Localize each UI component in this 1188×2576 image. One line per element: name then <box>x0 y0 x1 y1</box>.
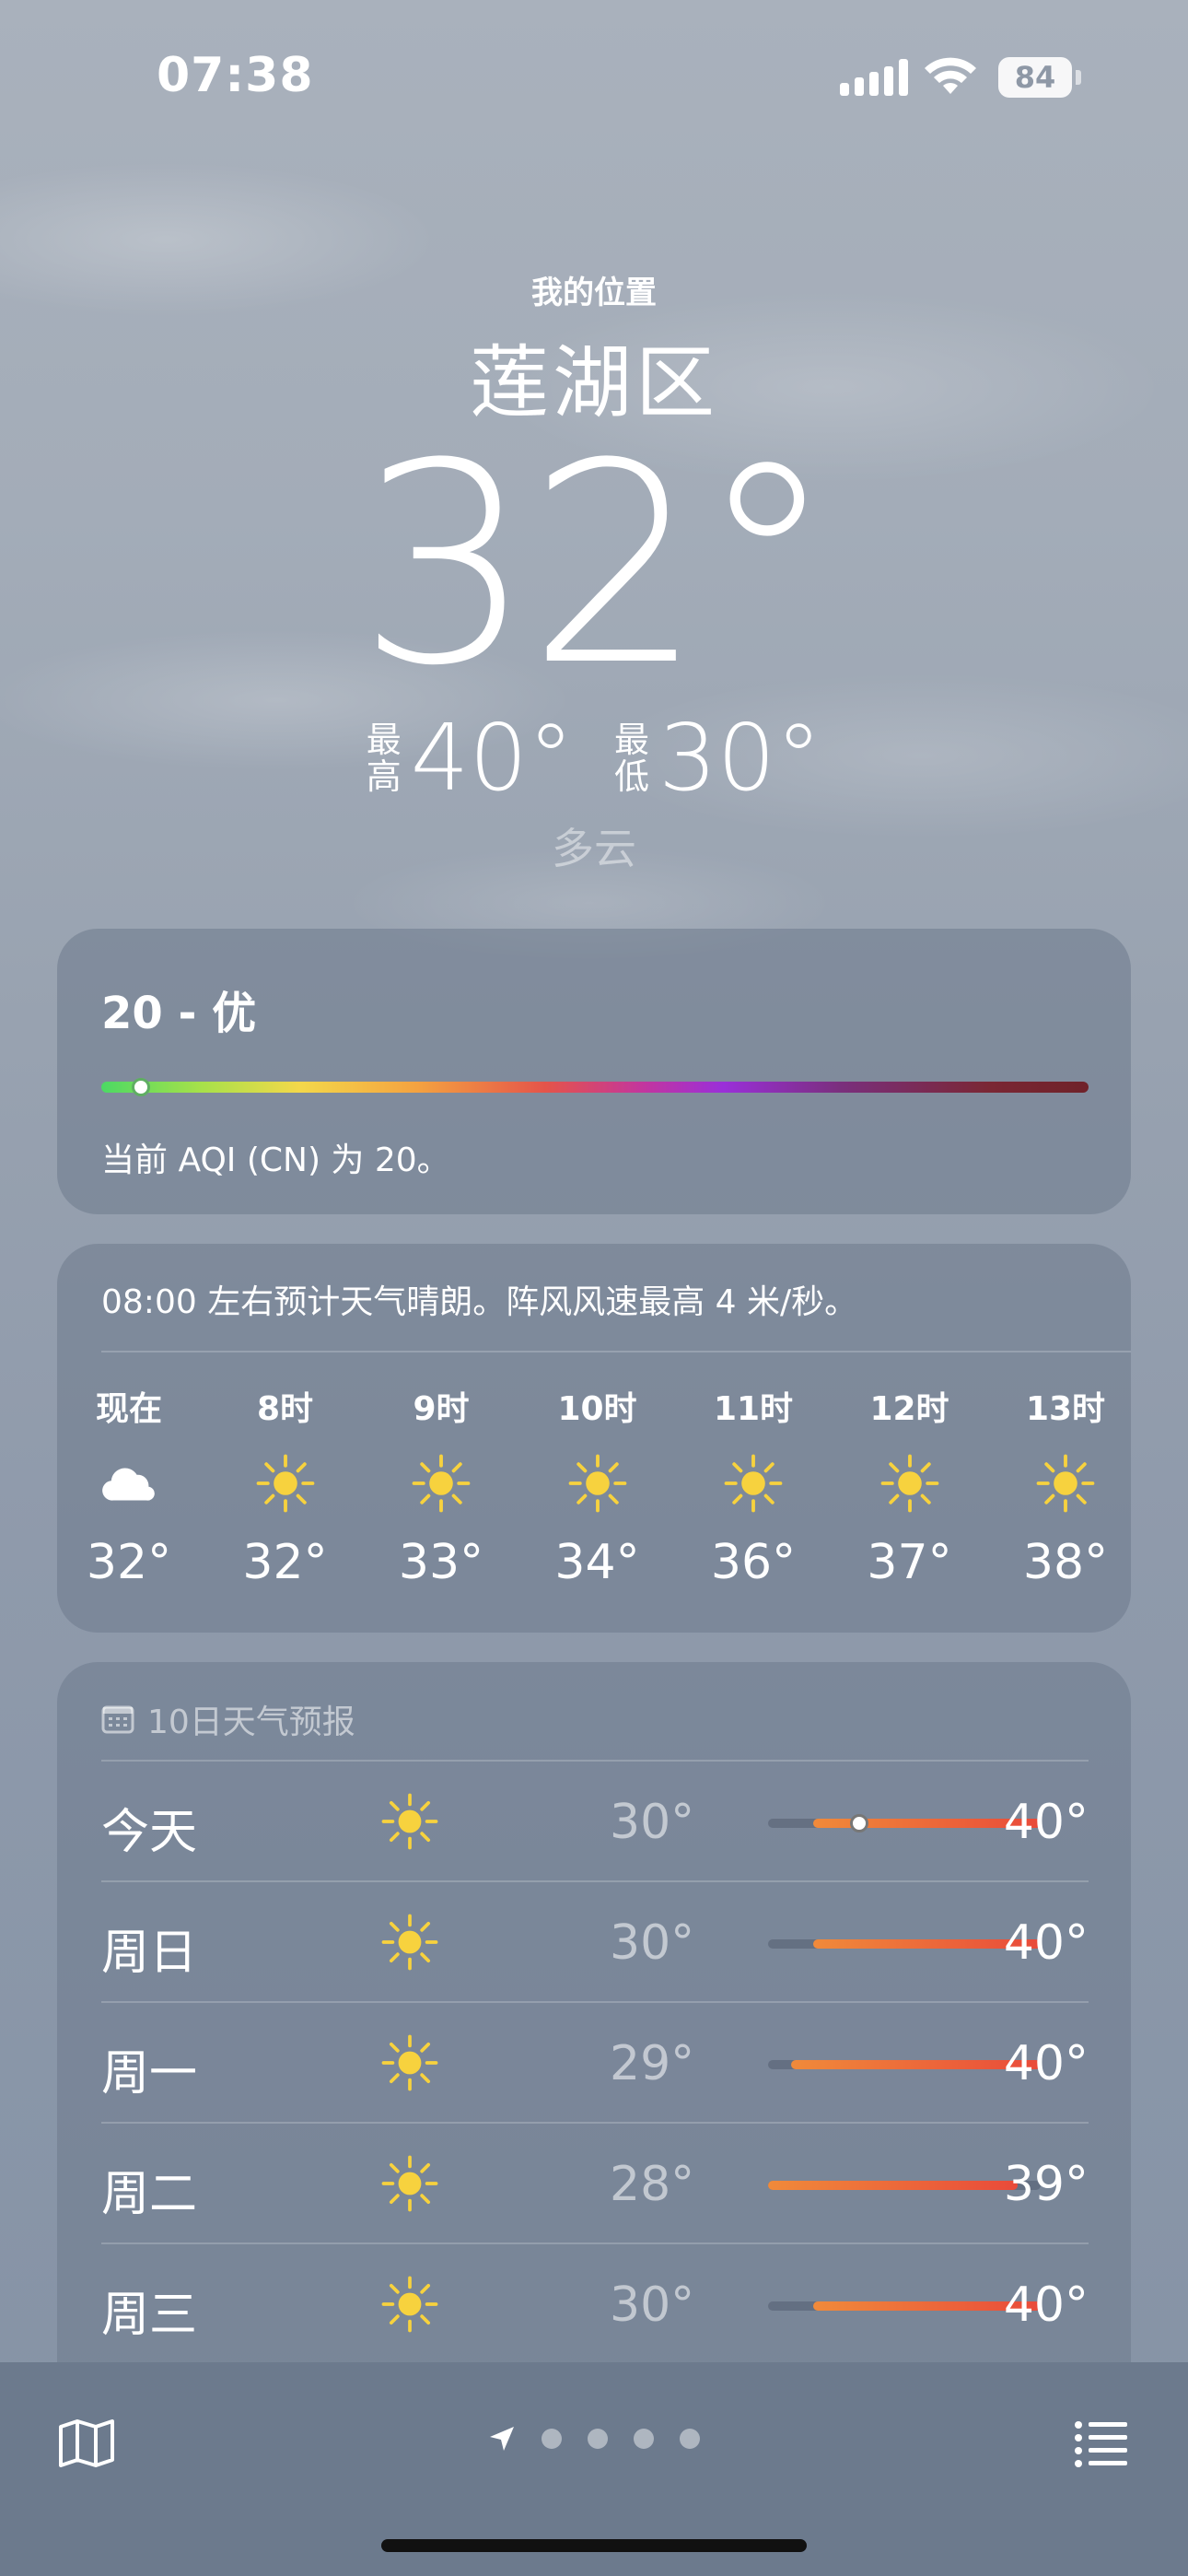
wifi-icon <box>925 57 976 94</box>
hourly-item: 12时 37° <box>855 1382 965 1590</box>
low-temp-group: 最 低 30° <box>614 704 821 812</box>
low-temp: 30° <box>610 1915 695 1971</box>
sun-icon <box>378 2151 442 2216</box>
aqi-scale-bar <box>101 1082 1089 1093</box>
hour-label: 现在 <box>95 1390 162 1428</box>
divider <box>101 1351 1131 1352</box>
daily-row[interactable]: 周三 30° 40° <box>101 2242 1089 2362</box>
high-temperature: 40° <box>410 704 574 812</box>
current-temp-marker <box>849 1814 868 1832</box>
ten-day-title: 10日天气预报 <box>147 1704 355 1741</box>
page-dot[interactable] <box>542 2429 562 2449</box>
hour-label: 13时 <box>1025 1390 1106 1428</box>
hour-temperature: 34° <box>554 1535 640 1590</box>
weather-header: 我的位置 莲湖区 32° 最 高 40° 最 低 30° 多云 <box>0 267 1188 876</box>
hour-label: 11时 <box>713 1390 794 1428</box>
status-time: 07:38 <box>157 48 314 103</box>
ten-day-header: 10日天气预报 <box>101 1695 355 1743</box>
page-indicator[interactable] <box>488 2425 700 2453</box>
hourly-summary: 08:00 左右预计天气晴朗。阵风风速最高 4 米/秒。 <box>101 1283 858 1321</box>
high-temp: 40° <box>1003 2036 1089 2091</box>
status-bar: 07:38 84 <box>0 0 1188 157</box>
hourly-item: 9时 33° <box>386 1382 496 1590</box>
list-icon[interactable] <box>1074 2418 1129 2469</box>
day-label: 周日 <box>101 1926 198 1981</box>
sun-icon <box>855 1450 965 1516</box>
hour-label: 8时 <box>256 1390 314 1428</box>
temp-range-bar <box>768 1939 1041 1949</box>
condition-text: 多云 <box>552 824 636 873</box>
hour-label: 10时 <box>557 1390 637 1428</box>
temp-range-bar <box>768 2181 1041 2190</box>
low-label: 最 低 <box>614 719 650 797</box>
high-temp-group: 最 高 40° <box>367 704 574 812</box>
location-arrow-icon <box>490 2427 514 2451</box>
high-label: 最 高 <box>366 719 402 797</box>
hour-temperature: 37° <box>867 1535 952 1590</box>
hourly-item: 8时 32° <box>230 1382 341 1590</box>
high-temp: 40° <box>1003 1795 1089 1850</box>
aqi-description: 当前 AQI (CN) 为 20。 <box>101 1142 450 1179</box>
hour-temperature: 32° <box>242 1535 328 1590</box>
hourly-item: 10时 34° <box>542 1382 653 1590</box>
sun-icon <box>1010 1450 1121 1516</box>
battery-icon: 84 <box>998 57 1081 98</box>
location-label: 我的位置 <box>531 275 657 311</box>
calendar-icon <box>101 1705 134 1734</box>
page-dot[interactable] <box>680 2429 700 2449</box>
day-label: 今天 <box>101 1805 198 1860</box>
low-temperature: 30° <box>658 704 822 812</box>
hour-temperature: 32° <box>86 1535 172 1590</box>
temp-range-bar <box>768 1814 1041 1832</box>
hourly-item: 13时 38° <box>1010 1382 1121 1590</box>
hourly-item: 现在 32° <box>74 1382 184 1590</box>
day-label: 周二 <box>101 2167 198 2222</box>
map-icon[interactable] <box>57 2418 116 2469</box>
aqi-title: 20 - 优 <box>101 988 257 1039</box>
temp-range-bar <box>768 2301 1041 2311</box>
daily-row[interactable]: 周一 29° 40° <box>101 2001 1089 2121</box>
page-dot[interactable] <box>588 2429 608 2449</box>
daily-row[interactable]: 今天 30° 40° <box>101 1760 1089 1879</box>
day-label: 周一 <box>101 2046 198 2102</box>
daily-row[interactable]: 周二 28° 39° <box>101 2122 1089 2242</box>
high-temp: 40° <box>1003 2277 1089 2333</box>
high-temp: 39° <box>1003 2157 1089 2212</box>
cellular-icon <box>840 59 908 96</box>
home-indicator[interactable] <box>381 2539 807 2552</box>
hourly-forecast-card[interactable]: 08:00 左右预计天气晴朗。阵风风速最高 4 米/秒。 现在 32° 8时 32° 9… <box>57 1244 1131 1633</box>
sun-icon <box>378 1910 442 1974</box>
sun-icon <box>542 1450 653 1516</box>
hour-temperature: 38° <box>1022 1535 1109 1590</box>
sun-icon <box>386 1450 496 1516</box>
hour-temperature: 33° <box>398 1535 484 1590</box>
sun-icon <box>698 1450 809 1516</box>
low-temp: 28° <box>610 2157 695 2212</box>
sun-icon <box>378 1789 442 1854</box>
aqi-indicator <box>131 1078 150 1096</box>
sun-icon <box>230 1450 341 1516</box>
high-temp: 40° <box>1003 1915 1089 1971</box>
hourly-scroll[interactable]: 现在 32° 8时 32° 9时 33° 10时 34° 11时 36° 12时 37° 13时 38° <box>87 1382 1131 1603</box>
page-dot[interactable] <box>634 2429 654 2449</box>
hour-label: 9时 <box>413 1390 470 1428</box>
air-quality-card[interactable]: 20 - 优 当前 AQI (CN) 为 20。 <box>57 929 1131 1214</box>
temp-range-fill <box>768 2181 1019 2190</box>
sun-icon <box>378 2272 442 2336</box>
low-temp: 30° <box>610 2277 695 2333</box>
low-temp: 30° <box>610 1795 695 1850</box>
temp-range-bar <box>768 2060 1041 2069</box>
day-label: 周三 <box>101 2288 198 2343</box>
current-temperature: 32° <box>357 404 836 726</box>
sun-icon <box>378 2031 442 2095</box>
hourly-item: 11时 36° <box>698 1382 809 1590</box>
hour-temperature: 36° <box>710 1535 797 1590</box>
hour-label: 12时 <box>869 1390 949 1428</box>
battery-level: 84 <box>1014 60 1056 95</box>
daily-row[interactable]: 周日 30° 40° <box>101 1880 1089 2000</box>
low-temp: 29° <box>610 2036 695 2091</box>
cloud-icon <box>74 1450 184 1516</box>
